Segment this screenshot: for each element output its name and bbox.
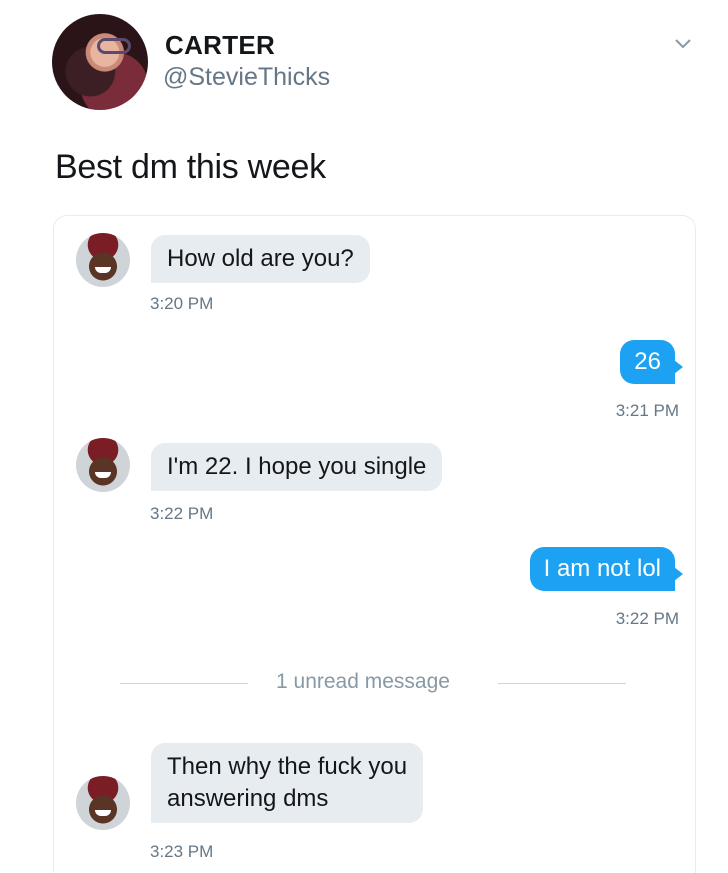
message-timestamp: 3:20 PM [150, 294, 214, 313]
author-handle[interactable]: @StevieThicks [163, 63, 330, 92]
unread-label: 1 unread message [276, 670, 450, 693]
dm-screenshot-card: How old are you? 3:20 PM 26 3:21 PM I'm … [53, 215, 696, 873]
outgoing-message-bubble: I am not lol [529, 547, 684, 591]
message-timestamp: 3:23 PM [150, 842, 214, 861]
incoming-message-bubble: How old are you? [151, 235, 370, 283]
chevron-down-icon[interactable] [672, 32, 694, 54]
tweet-header: CARTER @StevieThicks [0, 0, 728, 120]
divider-line [120, 683, 248, 684]
message-line: answering dms [167, 785, 329, 812]
incoming-message-bubble: Then why the fuck you answering dms [151, 743, 424, 823]
message-timestamp: 3:22 PM [150, 504, 214, 523]
author-name[interactable]: CARTER [165, 30, 275, 61]
message-timestamp: 3:21 PM [615, 401, 679, 420]
message-timestamp: 3:22 PM [615, 609, 679, 628]
sender-avatar[interactable] [76, 776, 130, 830]
tweet-text: Best dm this week [55, 148, 326, 186]
outgoing-message-bubble: 26 [620, 340, 683, 384]
sender-avatar[interactable] [76, 233, 130, 287]
author-avatar[interactable] [52, 14, 148, 110]
unread-divider: 1 unread message [120, 670, 626, 694]
message-line: Then why the fuck you [167, 753, 408, 780]
divider-line [498, 683, 626, 684]
incoming-message-bubble: I'm 22. I hope you single [151, 443, 443, 491]
sender-avatar[interactable] [76, 438, 130, 492]
avatar-glasses [97, 38, 131, 54]
